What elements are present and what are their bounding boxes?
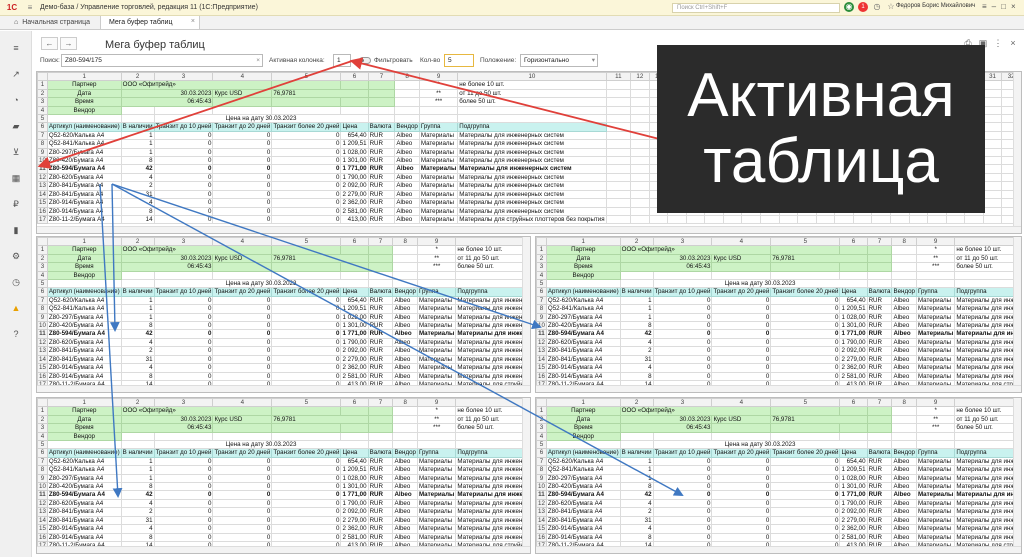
- annotation-line-1: Активная: [687, 61, 955, 130]
- global-search-input[interactable]: Поиск Ctrl+Shift+F: [672, 3, 840, 13]
- horizontal-scrollbar[interactable]: [536, 385, 1021, 392]
- connection-icon[interactable]: ◉: [844, 2, 854, 12]
- tab-home[interactable]: ⌂ Начальная страница: [0, 16, 100, 29]
- vertical-scrollbar[interactable]: [522, 398, 530, 553]
- position-value: Горизонтально: [524, 57, 569, 64]
- tab-active-label: Мега буфер таблиц: [109, 19, 173, 26]
- spreadsheet[interactable]: 1234567891011121314151617181920211Партне…: [37, 237, 530, 390]
- qty-value: 5: [448, 57, 452, 64]
- sidebar-money-icon[interactable]: ₽: [8, 197, 24, 211]
- clear-search-icon[interactable]: ×: [256, 55, 260, 66]
- more-icon[interactable]: ⋮: [993, 38, 1003, 49]
- notifications-badge[interactable]: 1: [858, 2, 868, 12]
- sidebar-chart-icon[interactable]: ↗: [8, 67, 24, 81]
- qty-input[interactable]: 5: [444, 54, 474, 67]
- window-title: Демо-база / Управление торговлей, редакц…: [40, 4, 258, 11]
- tab-bar: ⌂ Начальная страница Мега буфер таблиц ×: [0, 16, 1024, 30]
- sidebar-cart-icon[interactable]: ⊻: [8, 145, 24, 159]
- maximize-icon[interactable]: □: [1001, 2, 1006, 11]
- sidebar-warehouse-icon[interactable]: ▦: [8, 171, 24, 185]
- menu-icon[interactable]: ≡: [24, 3, 36, 12]
- sidebar-report-icon[interactable]: ▮: [8, 223, 24, 237]
- app-logo: 1С: [6, 3, 18, 12]
- horizontal-scrollbar[interactable]: [37, 385, 530, 392]
- horizontal-scrollbar[interactable]: [37, 226, 1021, 233]
- sidebar-pie-icon[interactable]: ◔: [8, 93, 24, 107]
- sidebar-clock-icon[interactable]: ◷: [8, 275, 24, 289]
- forward-button[interactable]: →: [60, 37, 77, 50]
- search-input[interactable]: Z80-594/175 ×: [61, 54, 263, 67]
- vertical-scrollbar[interactable]: [1013, 72, 1021, 233]
- horizontal-scrollbar[interactable]: [37, 546, 530, 553]
- sidebar: ≡ ↗ ◔ ▰ ⊻ ▦ ₽ ▮ ⚙ ◷ ▲ ?: [0, 31, 32, 557]
- active-column-value: 1: [337, 57, 341, 64]
- qty-label: Кол-во: [420, 57, 441, 64]
- tab-mega-buffer[interactable]: Мега буфер таблиц ×: [100, 16, 200, 29]
- annotation-box: Активная таблица: [657, 45, 985, 213]
- table-panel-2[interactable]: 1234567891011121314151617181920211Партне…: [36, 236, 531, 393]
- horizontal-scrollbar[interactable]: [536, 546, 1021, 553]
- search-value: Z80-594/175: [65, 57, 102, 64]
- minimize-icon[interactable]: –: [992, 2, 996, 11]
- vertical-scrollbar[interactable]: [1013, 398, 1021, 553]
- position-select[interactable]: Горизонтально ▾: [520, 54, 598, 67]
- star-icon[interactable]: ☆: [886, 2, 896, 12]
- sidebar-menu-icon[interactable]: ≡: [8, 41, 24, 55]
- form-close-icon[interactable]: ×: [1008, 38, 1018, 49]
- user-name[interactable]: Федоров Борис Михайлович: [896, 3, 975, 9]
- table-panel-5[interactable]: 1234567891011121314151617181920211Партне…: [535, 397, 1022, 554]
- close-tab-icon[interactable]: ×: [191, 18, 195, 25]
- close-window-icon[interactable]: ×: [1011, 2, 1016, 11]
- tab-home-label: Начальная страница: [22, 19, 90, 26]
- annotation-line-2: таблица: [703, 127, 939, 196]
- active-column-input[interactable]: 1: [333, 54, 351, 67]
- history-icon[interactable]: ◷: [872, 2, 882, 12]
- home-icon: ⌂: [14, 19, 19, 26]
- search-label: Поиск:: [40, 57, 60, 64]
- sidebar-help-icon[interactable]: ?: [8, 327, 24, 341]
- sidebar-bag-icon[interactable]: ▰: [8, 119, 24, 133]
- filter-toggle[interactable]: [359, 57, 371, 64]
- vertical-scrollbar[interactable]: [1013, 237, 1021, 392]
- form-title: Мега буфер таблиц: [105, 39, 205, 51]
- settings-icon[interactable]: ≡: [982, 2, 987, 11]
- active-column-label: Активная колонка:: [269, 57, 325, 64]
- chevron-down-icon[interactable]: ▾: [592, 55, 595, 66]
- table-panel-3[interactable]: 1234567891011121314151617181920211Партне…: [535, 236, 1022, 393]
- back-button[interactable]: ←: [41, 37, 58, 50]
- spreadsheet[interactable]: 1234567891011121314151617181920211Партне…: [536, 237, 1021, 390]
- sidebar-warning-icon[interactable]: ▲: [8, 301, 24, 315]
- spreadsheet[interactable]: 1234567891011121314151617181920211Партне…: [37, 398, 530, 551]
- table-panel-4[interactable]: 1234567891011121314151617181920211Партне…: [36, 397, 531, 554]
- title-bar: 1С ≡ Демо-база / Управление торговлей, р…: [0, 0, 1024, 16]
- filter-label: Фильтровать: [374, 57, 413, 64]
- vertical-scrollbar[interactable]: [522, 237, 530, 392]
- spreadsheet[interactable]: 1234567891011121314151617181920211Партне…: [536, 398, 1021, 551]
- position-label: Положение:: [480, 57, 517, 64]
- sidebar-gear-icon[interactable]: ⚙: [8, 249, 24, 263]
